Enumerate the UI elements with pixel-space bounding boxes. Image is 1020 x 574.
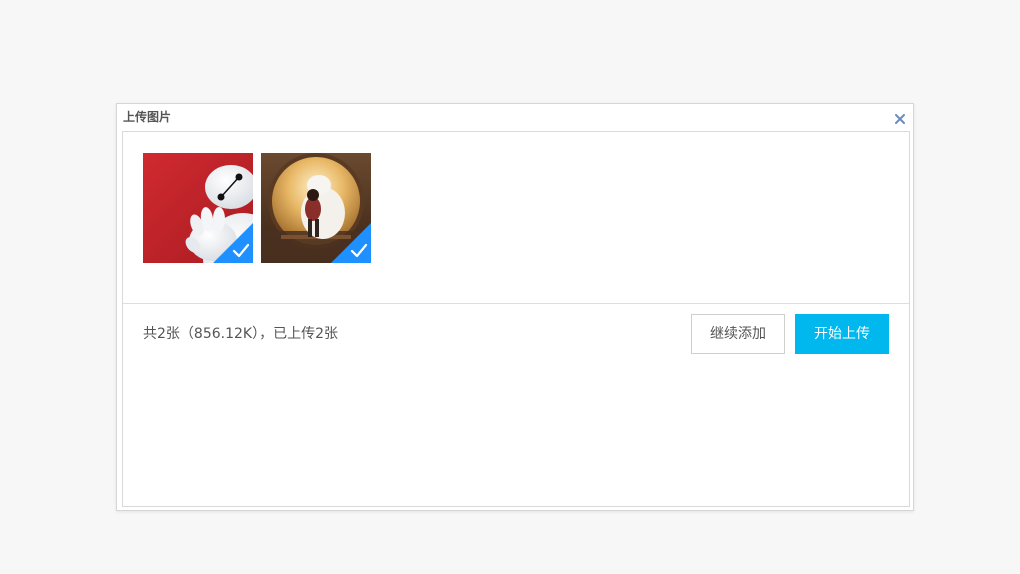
check-icon bbox=[331, 223, 371, 263]
queue-item-thumbnail[interactable] bbox=[261, 153, 371, 263]
upload-status-info: 共2张（856.12K），已上传2张 bbox=[143, 326, 338, 342]
start-upload-button[interactable]: 开始上传 bbox=[795, 314, 889, 354]
dialog-title: 上传图片 bbox=[123, 110, 172, 124]
queue-item-thumbnail[interactable] bbox=[143, 153, 253, 263]
dialog-title-bar: 上传图片 bbox=[117, 104, 913, 131]
close-icon[interactable] bbox=[894, 110, 906, 124]
upload-dialog: 上传图片 共2张（856.12K），已上传2张 继续添加 开始上传 bbox=[116, 103, 914, 511]
upload-queue bbox=[123, 132, 909, 304]
upload-panel: 共2张（856.12K），已上传2张 继续添加 开始上传 bbox=[122, 131, 910, 507]
check-icon bbox=[213, 223, 253, 263]
add-more-button[interactable]: 继续添加 bbox=[691, 314, 785, 354]
